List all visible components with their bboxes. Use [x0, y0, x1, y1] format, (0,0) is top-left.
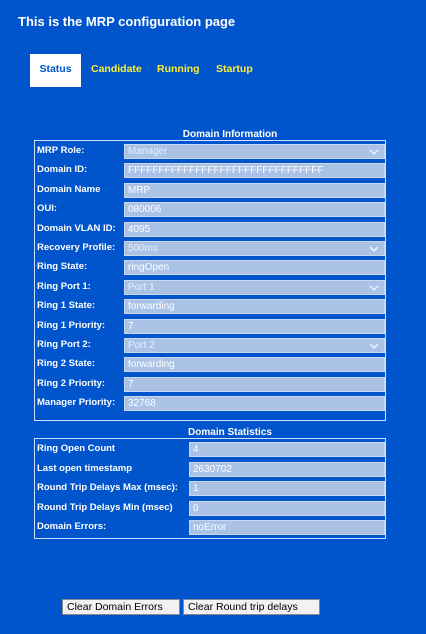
row-last-open-timestamp: Last open timestamp 2630702 [35, 461, 385, 479]
ring-state-field: ringOpen [124, 260, 385, 276]
mrp-role-value: Manager [128, 146, 168, 157]
last-open-timestamp-field: 2630702 [189, 461, 385, 477]
chevron-down-icon [369, 283, 379, 291]
chevron-down-icon [369, 341, 379, 350]
ring-1-state-field: forwarding [124, 299, 385, 315]
ring-port-1-value: Port 1 [128, 281, 155, 293]
mrp-role-select[interactable]: Manager [124, 144, 385, 159]
round-trip-delays-max-msec-label: Round Trip Delays Max (msec): [37, 482, 178, 494]
row-domain-id: Domain ID: FFFFFFFFFFFFFFFFFFFFFFFFFFFFFF… [35, 162, 385, 180]
row-ring-port-1: Ring Port 1: Port 1 [35, 279, 385, 297]
recovery-profile-select[interactable]: 500ms [124, 241, 385, 256]
domain-vlan-id-value: 4095 [128, 223, 151, 235]
clear-domain-errors-button[interactable]: Clear Domain Errors [62, 599, 180, 615]
ring-1-state-label: Ring 1 State: [37, 300, 96, 312]
row-recovery-profile: Recovery Profile: 500ms [35, 240, 385, 258]
ring-open-count-label: Ring Open Count [37, 443, 116, 454]
ring-1-priority-field: 7 [124, 318, 385, 334]
chevron-down-icon [369, 244, 379, 253]
row-domain-vlan-id: Domain VLAN ID: 4095 [35, 221, 385, 239]
row-ring-1-priority: Ring 1 Priority: 7 [35, 318, 385, 336]
ring-port-2-select[interactable]: Port 2 [124, 338, 385, 353]
domain-errors-value: noError [193, 522, 227, 534]
ring-2-state-value: forwarding [128, 359, 175, 371]
domain-vlan-id-label: Domain VLAN ID: [37, 222, 116, 234]
last-open-timestamp-value: 2630702 [193, 463, 232, 475]
manager-priority-label: Manager Priority: [37, 397, 116, 409]
ring-1-state-value: forwarding [128, 301, 175, 313]
recovery-profile-value: 500ms [128, 243, 159, 254]
oui-value: 080006 [128, 204, 162, 216]
ring-2-state-field: forwarding [124, 357, 385, 373]
ring-port-1-select[interactable]: Port 1 [124, 279, 385, 295]
row-ring-2-priority: Ring 2 Priority: 7 [35, 376, 385, 394]
tab-status[interactable]: Status [30, 54, 81, 87]
row-ring-2-state: Ring 2 State: forwarding [35, 356, 385, 374]
tab-candidate[interactable]: Candidate [91, 54, 142, 87]
ring-2-state-label: Ring 2 State: [37, 358, 96, 370]
round-trip-delays-min-msec-label: Round Trip Delays Min (msec) [37, 501, 173, 513]
domain-information-panel: MRP Role: Manager Domain ID: FFFFFFFFFFFFFF… [34, 140, 386, 421]
ring-port-2-value: Port 2 [128, 340, 155, 351]
ring-2-priority-field: 7 [124, 376, 385, 392]
row-domain-errors: Domain Errors: noError [35, 519, 385, 537]
row-round-trip-delays-min-msec: Round Trip Delays Min (msec) 0 [35, 500, 385, 518]
round-trip-delays-max-msec-field: 1 [189, 481, 385, 497]
ring-1-priority-value: 7 [128, 320, 134, 332]
row-ring-1-state: Ring 1 State: forwarding [35, 298, 385, 316]
last-open-timestamp-label: Last open timestamp [37, 462, 133, 474]
domain-name-label: Domain Name [37, 183, 101, 195]
mrp-role-label: MRP Role: [37, 145, 85, 156]
domain-information-heading: Domain Information [182, 129, 278, 140]
domain-id-label: Domain ID: [37, 164, 88, 176]
clear-round-trip-delays-button[interactable]: Clear Round trip delays [183, 599, 320, 615]
row-ring-state: Ring State: ringOpen [35, 259, 385, 277]
row-domain-name: Domain Name MRP [35, 182, 385, 200]
manager-priority-field: 32768 [124, 396, 385, 412]
manager-priority-value: 32768 [128, 398, 156, 410]
ring-open-count-value: 4 [193, 444, 199, 455]
row-mrp-role: MRP Role: Manager [35, 143, 385, 161]
row-ring-open-count: Ring Open Count 4 [35, 441, 385, 459]
domain-errors-field: noError [189, 520, 385, 536]
round-trip-delays-min-msec-value: 0 [193, 502, 199, 514]
row-ring-port-2: Ring Port 2: Port 2 [35, 337, 385, 355]
domain-statistics-panel: Ring Open Count 4 Last open timestamp 26307… [34, 438, 386, 539]
domain-id-field: FFFFFFFFFFFFFFFFFFFFFFFFFFFFFFFF [124, 163, 385, 179]
oui-field: 080006 [124, 202, 385, 218]
row-manager-priority: Manager Priority: 32768 [35, 395, 385, 413]
domain-statistics-heading: Domain Statistics [188, 427, 272, 438]
domain-errors-label: Domain Errors: [37, 521, 107, 533]
oui-label: OUI: [37, 203, 58, 215]
domain-name-value: MRP [128, 184, 151, 196]
ring-2-priority-label: Ring 2 Priority: [37, 377, 106, 389]
domain-id-value: FFFFFFFFFFFFFFFFFFFFFFFFFFFFFFFF [128, 165, 324, 177]
domain-name-field: MRP [124, 182, 385, 198]
ring-open-count-field: 4 [189, 442, 385, 457]
recovery-profile-label: Recovery Profile: [37, 242, 116, 253]
round-trip-delays-max-msec-value: 1 [193, 483, 199, 495]
page-title: This is the MRP configuration page [18, 14, 236, 29]
ring-state-label: Ring State: [37, 261, 88, 273]
tab-running[interactable]: Running [157, 54, 200, 87]
ring-2-priority-value: 7 [128, 378, 134, 390]
tab-startup[interactable]: Startup [216, 54, 253, 87]
ring-state-value: ringOpen [128, 262, 170, 274]
row-oui: OUI: 080006 [35, 201, 385, 219]
domain-vlan-id-field: 4095 [124, 221, 385, 237]
ring-port-2-label: Ring Port 2: [37, 339, 91, 350]
round-trip-delays-min-msec-field: 0 [189, 500, 385, 516]
row-round-trip-delays-max-msec: Round Trip Delays Max (msec): 1 [35, 480, 385, 498]
ring-port-1-label: Ring Port 1: [37, 280, 91, 292]
ring-1-priority-label: Ring 1 Priority: [37, 319, 106, 331]
chevron-down-icon [369, 147, 379, 156]
